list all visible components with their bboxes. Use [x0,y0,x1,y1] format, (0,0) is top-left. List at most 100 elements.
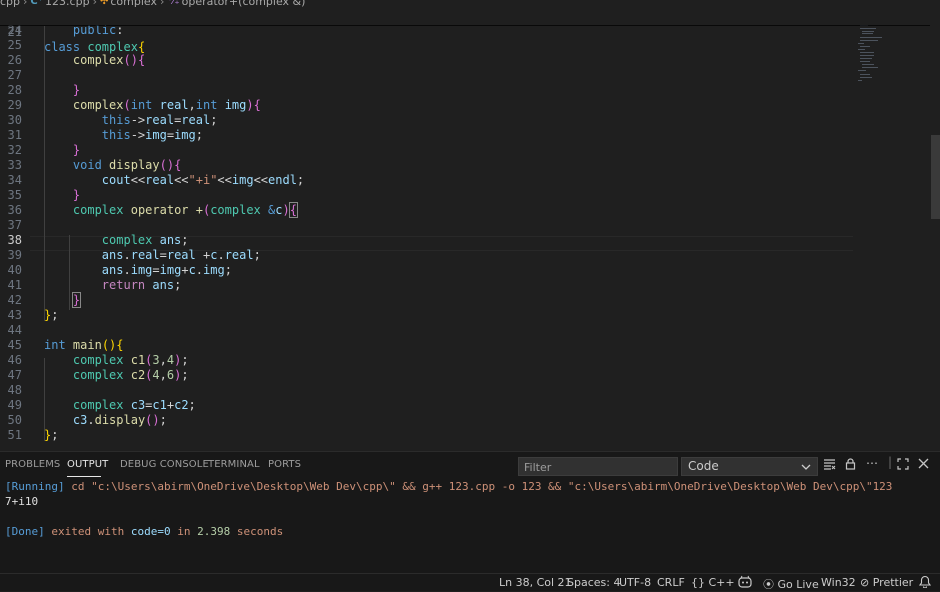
maximize-panel-icon[interactable] [897,458,909,473]
sticky-line-text: class complex{ [44,40,146,54]
breadcrumb-method[interactable]: operator+(complex &) [182,0,306,9]
code-text: complex(){ [72,53,146,67]
line-number: 49 [7,398,22,412]
breadcrumb-file[interactable]: 123.cpp [45,0,90,9]
time-unit: seconds [236,525,284,538]
breadcrumb: cpp › C⁺ 123.cpp › ✣ complex › ⁺⁄₊ operator+(comp… [0,0,940,8]
cursor-position[interactable]: Ln 38, Col 21 [499,576,572,589]
code-text: } [72,188,81,202]
tab-terminal[interactable]: TERMINAL [208,459,260,470]
status-bar: Ln 38, Col 21 Spaces: 4 UTF-8 CRLF {} C+… [0,573,940,591]
scrollbar-thumb[interactable] [931,135,940,219]
minimap-line [860,40,878,41]
code-text: complex(int real,int img){ [72,98,261,112]
done-tag: [Done] [5,525,45,538]
line-number: 32 [7,143,22,157]
minimap-line [860,37,882,38]
braces-icon: {} [691,576,705,589]
code-text: complex c2(4,6); [72,368,189,382]
code-text: void display(){ [72,158,182,172]
code-text: } [72,143,81,157]
line-number: 38 [7,233,22,247]
language-label: C++ [708,576,735,589]
sticky-scroll-line[interactable]: 21 class complex{ [0,10,930,54]
done-text: exited with [51,525,125,538]
indentation[interactable]: Spaces: 4 [567,576,620,589]
line-number: 36 [7,203,22,217]
active-tab-indicator [67,476,101,477]
breadcrumb-class[interactable]: complex [110,0,157,9]
line-number: 34 [7,173,22,187]
more-actions-icon[interactable]: ⋯ [866,456,878,470]
language-mode[interactable]: {} C++ [691,576,735,589]
tab-problems[interactable]: PROBLEMS [5,459,60,470]
line-number: 47 [7,368,22,382]
lock-scroll-icon[interactable] [845,458,856,473]
output-done-line: [Done] exited with code=0 in 2.398 secon… [5,524,283,539]
chevron-right-icon: › [23,0,28,8]
minimap-line [862,33,873,34]
line-number: 42 [7,293,22,307]
code-text: } [71,292,82,308]
code-text: complex c3=c1+c2; [72,398,196,412]
notifications-bell-icon[interactable] [918,575,932,591]
elapsed-time: 2.398 [197,525,231,538]
close-panel-icon[interactable] [918,458,929,472]
running-tag: [Running] [5,480,65,493]
clear-output-icon[interactable] [823,458,836,473]
output-running-line: [Running] cd "c:\Users\abirm\OneDrive\De… [5,479,892,494]
running-command: cd "c:\Users\abirm\OneDrive\Desktop\Web … [71,480,893,493]
code-text: ans.real=real +c.real; [101,248,261,262]
minimap-line [862,67,878,68]
output-channel-select[interactable]: Code [681,457,818,476]
method-icon: ⁺⁄₊ [167,0,180,7]
minimap-line [858,80,862,81]
line-number: 27 [7,68,22,82]
code-text: return ans; [101,278,182,292]
line-number: 31 [7,128,22,142]
line-number: 50 [7,413,22,427]
code-text: c3.display(); [72,413,167,427]
line-number: 40 [7,263,22,277]
prettier-check-icon: ⊘ [860,576,870,589]
code-text: complex ans; [101,233,189,247]
encoding[interactable]: UTF-8 [619,576,651,589]
minimap[interactable] [855,8,930,451]
code-text: complex c1(3,4); [72,353,189,367]
output-filter-input[interactable]: Filter [518,457,678,476]
go-live-label: Go Live [777,578,819,591]
output-channel-value: Code [688,459,719,473]
copilot-icon[interactable] [738,575,752,591]
tab-ports[interactable]: PORTS [268,459,301,470]
line-number: 43 [7,308,22,322]
code-text: ans.img=img+c.img; [101,263,232,277]
chevron-right-icon: › [92,0,97,8]
minimap-line [860,28,876,29]
breadcrumb-folder[interactable]: cpp [0,0,20,9]
code-text: }; [44,428,59,442]
code-text: cout<<real<<"+i"<<img<<endl; [101,173,305,187]
line-endings[interactable]: CRLF [657,576,685,589]
cpp-file-icon: C⁺ [30,0,44,7]
class-icon: ✣ [99,0,109,7]
minimap-line [860,74,870,75]
code-editor[interactable]: 21 class complex{ 24 public: 25 26 compl… [0,8,930,451]
prettier-button[interactable]: ⊘ Prettier [860,576,913,589]
minimap-line [860,46,870,47]
chevron-down-icon [801,461,811,475]
bottom-panel: PROBLEMS OUTPUT DEBUG CONSOLE TERMINAL P… [0,451,940,574]
line-number: 39 [7,248,22,262]
editor-scrollbar[interactable] [930,8,940,451]
line-number: 48 [7,383,22,397]
code-text: int main(){ [44,338,124,352]
minimap-line [860,52,874,53]
tab-output[interactable]: OUTPUT [67,459,108,470]
line-number: 45 [7,338,22,352]
tab-debug-console[interactable]: DEBUG CONSOLE [120,459,209,470]
code-text: this->real=real; [101,113,218,127]
code-text: } [72,83,81,97]
minimap-line [862,64,874,65]
line-number: 28 [7,83,22,97]
platform[interactable]: Win32 [821,576,856,589]
minimap-line [858,43,864,44]
